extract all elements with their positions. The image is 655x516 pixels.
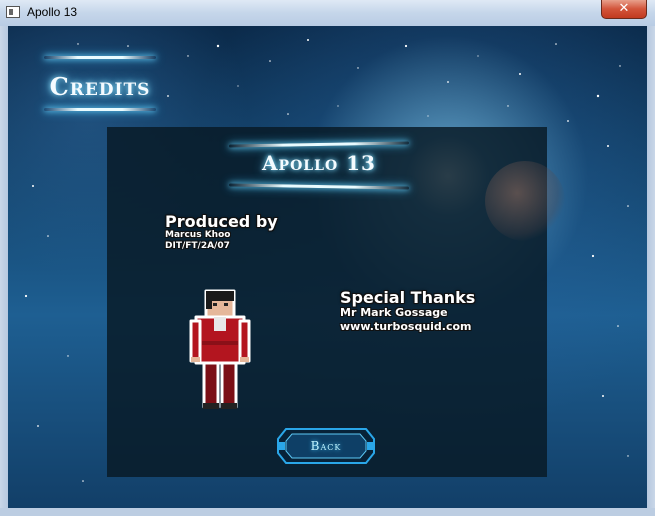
- credits-panel: Apollo 13 Produced by Marcus Khoo DIT/FT…: [107, 127, 565, 477]
- producer-class: DIT/FT/2A/07: [165, 241, 230, 251]
- window-frame-left: [0, 26, 8, 508]
- game-title-bottom-line: [229, 183, 409, 190]
- back-button[interactable]: Back: [276, 427, 376, 465]
- credits-heading-bottom-line: [44, 108, 156, 111]
- game-title: Apollo 13: [262, 151, 376, 175]
- special-thanks-heading: Special Thanks: [340, 288, 476, 307]
- thanks-website: www.turbosquid.com: [340, 320, 472, 333]
- window-titlebar[interactable]: Apollo 13 ✕: [0, 0, 655, 27]
- thanks-name: Mr Mark Gossage: [340, 306, 448, 319]
- close-button[interactable]: ✕: [601, 0, 647, 19]
- credits-heading-top-line: [44, 56, 156, 59]
- character-model: [189, 289, 251, 409]
- produced-by-heading: Produced by: [165, 212, 278, 231]
- app-window-icon: [6, 6, 20, 18]
- window-frame-right: [647, 26, 655, 508]
- producer-name: Marcus Khoo: [165, 230, 231, 240]
- game-viewport: Credits Apollo 13 Produced by Marcus Kho…: [8, 26, 647, 508]
- close-icon: ✕: [618, 1, 630, 16]
- window-frame-bottom: [0, 508, 655, 516]
- back-button-label: Back: [310, 439, 342, 453]
- window-title: Apollo 13: [27, 5, 78, 19]
- credits-heading: Credits: [49, 72, 151, 101]
- game-title-top-line: [229, 141, 409, 148]
